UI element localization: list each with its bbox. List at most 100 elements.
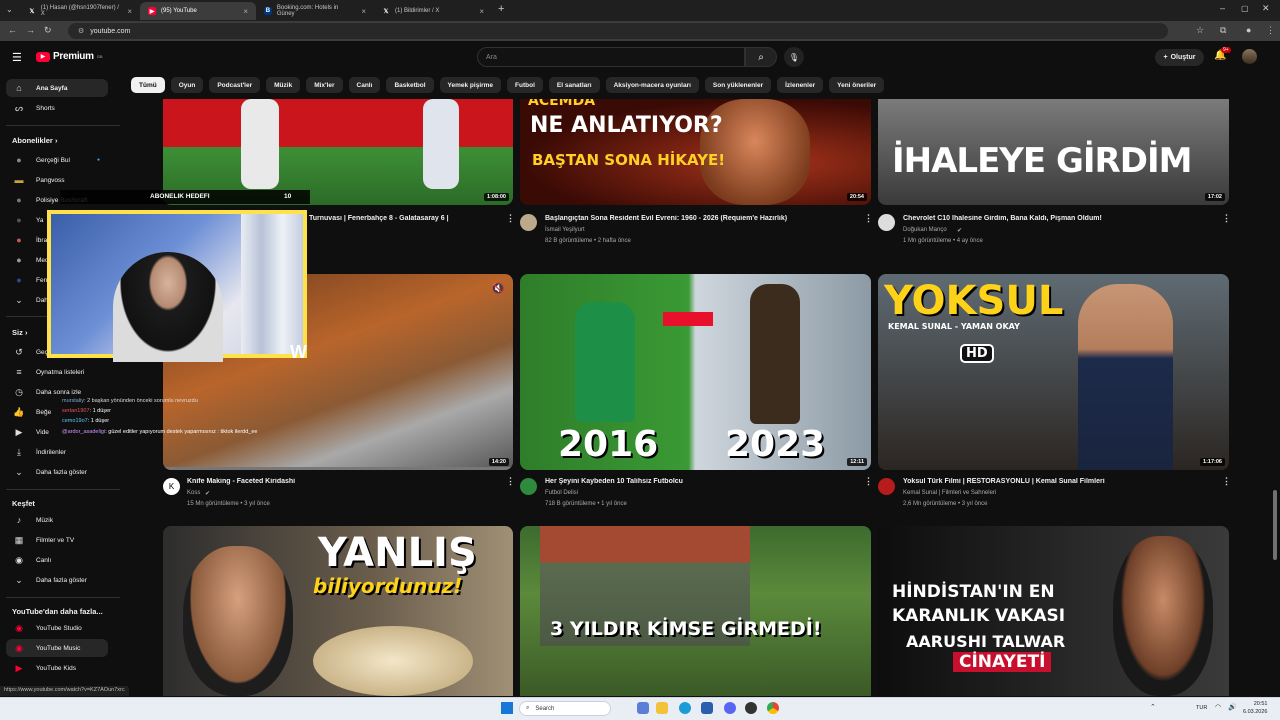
search-button[interactable]: ⌕ bbox=[745, 47, 777, 67]
channel-name[interactable]: İsmail Yeşilyurt bbox=[545, 227, 585, 233]
chip-watched[interactable]: İzlenenler bbox=[777, 77, 824, 93]
maximize-button[interactable]: ▢ bbox=[1241, 4, 1249, 13]
store-icon[interactable] bbox=[701, 702, 713, 714]
video-thumbnail[interactable]: YANLIŞ biliyordunuz! bbox=[163, 526, 513, 696]
chip-crafts[interactable]: El sanatları bbox=[548, 77, 600, 93]
browser-tab-x-notifications[interactable]: 𝕏 (1) Bildirimler / X × bbox=[374, 2, 492, 20]
mute-icon[interactable]: 🔇 bbox=[491, 282, 505, 295]
browser-tab-youtube[interactable]: ▶ (95) YouTube × bbox=[140, 2, 256, 20]
tab-search-icon[interactable]: ⌄ bbox=[6, 5, 13, 14]
search-input[interactable]: Ara bbox=[477, 47, 745, 67]
sidebar-item-show-more[interactable]: ⌄ Daha fazla göster bbox=[6, 463, 108, 481]
new-tab-button[interactable]: + bbox=[498, 3, 504, 15]
video-thumbnail[interactable]: 3 YILDIR KİMSE GİRMEDİ! bbox=[520, 526, 871, 696]
more-options-icon[interactable]: ⋮ bbox=[1222, 213, 1231, 224]
tray-chevron-icon[interactable]: ⌃ bbox=[1150, 703, 1156, 711]
channel-name[interactable]: Kemal Sunal | Filmleri ve Sahneleri bbox=[903, 490, 996, 496]
taskbar-clock[interactable]: 20:51 6.03.2026 bbox=[1243, 700, 1267, 716]
sidebar-item-shorts[interactable]: ᔕ Shorts bbox=[6, 99, 108, 117]
more-options-icon[interactable]: ⋮ bbox=[864, 213, 873, 224]
sidebar-sub-gercegi-bul[interactable]: ● Gerçeği Bul ● bbox=[6, 151, 108, 169]
taskbar-search[interactable]: ⌕ Search bbox=[519, 701, 611, 716]
sidebar-item-movies[interactable]: ▦ Filmler ve TV bbox=[6, 531, 108, 549]
back-icon[interactable]: ← bbox=[8, 25, 17, 35]
account-avatar[interactable] bbox=[1242, 49, 1257, 64]
reload-icon[interactable]: ↻ bbox=[44, 25, 52, 36]
video-thumbnail[interactable]: 2016 2023 12:11 bbox=[520, 274, 871, 470]
channel-avatar[interactable] bbox=[520, 214, 537, 231]
star-icon[interactable]: ☆ bbox=[1196, 25, 1204, 36]
chip-podcasts[interactable]: Podcast'ler bbox=[209, 77, 261, 93]
chip-action-adventure[interactable]: Aksiyon-macera oyunları bbox=[605, 77, 699, 93]
more-options-icon[interactable]: ⋮ bbox=[506, 213, 515, 224]
wifi-icon[interactable]: ◠ bbox=[1215, 703, 1221, 711]
url-input[interactable]: ⚙ youtube.com bbox=[68, 23, 1168, 39]
site-info-icon[interactable]: ⚙ bbox=[78, 27, 84, 35]
chip-new-to-you[interactable]: Yeni öneriler bbox=[829, 77, 885, 93]
voice-search-button[interactable]: 🎙 bbox=[784, 47, 804, 67]
sidebar-item-home[interactable]: ⌂ Ana Sayfa bbox=[6, 79, 108, 97]
close-window-button[interactable]: ✕ bbox=[1262, 3, 1270, 14]
channel-avatar[interactable]: K bbox=[163, 478, 180, 495]
profile-icon[interactable]: ● bbox=[1246, 25, 1251, 35]
chip-basketball[interactable]: Basketbol bbox=[386, 77, 434, 93]
channel-name[interactable]: Futbol Delisi bbox=[545, 490, 578, 496]
chip-mixes[interactable]: Mix'ler bbox=[306, 77, 343, 93]
chip-cooking[interactable]: Yemek pişirme bbox=[439, 77, 502, 93]
sidebar-item-music[interactable]: ♪ Müzik bbox=[6, 511, 108, 529]
discord-icon[interactable] bbox=[724, 702, 736, 714]
chip-football[interactable]: Futbol bbox=[507, 77, 543, 93]
language-indicator[interactable]: TUR bbox=[1196, 705, 1207, 711]
video-title[interactable]: Turnuvası | Fenerbahçe 8 - Galatasaray 6… bbox=[309, 215, 499, 222]
channel-avatar[interactable] bbox=[520, 478, 537, 495]
sidebar-item-live[interactable]: ◉ Canlı bbox=[6, 551, 108, 569]
close-icon[interactable]: × bbox=[127, 7, 132, 16]
video-title[interactable]: Knife Making - Faceted Kiridashi bbox=[187, 478, 497, 485]
video-thumbnail[interactable]: İHALEYE GİRDİM 17:02 bbox=[878, 99, 1229, 205]
extensions-icon[interactable]: ⧉ bbox=[1220, 25, 1226, 36]
menu-icon[interactable]: ⋮ bbox=[1266, 25, 1275, 36]
hamburger-menu-icon[interactable]: ☰ bbox=[12, 51, 22, 64]
obs-icon[interactable] bbox=[745, 702, 757, 714]
edge-icon[interactable] bbox=[679, 702, 691, 714]
volume-icon[interactable]: 🔊 bbox=[1228, 703, 1237, 711]
sidebar-item-playlists[interactable]: ≡ Oynatma listeleri bbox=[6, 363, 108, 381]
forward-icon[interactable]: → bbox=[26, 25, 35, 35]
video-title[interactable]: Her Şeyini Kaybeden 10 Talihsiz Futbolcu bbox=[545, 478, 855, 485]
sidebar-sub-pangvoss[interactable]: ▬ Pangvoss bbox=[6, 171, 108, 189]
channel-name[interactable]: Koss bbox=[187, 490, 200, 496]
sidebar-item-studio[interactable]: ◉ YouTube Studio bbox=[6, 619, 108, 637]
sidebar-item-kids[interactable]: ▶ YouTube Kids bbox=[6, 659, 108, 677]
video-thumbnail[interactable]: HİNDİSTAN'IN EN KARANLIK VAKASI AARUSHI … bbox=[878, 526, 1229, 696]
chip-music[interactable]: Müzik bbox=[266, 77, 301, 93]
video-title[interactable]: Başlangıçtan Sona Resident Evil Evreni: … bbox=[545, 215, 860, 222]
video-thumbnail[interactable]: ACEMDA NE ANLATIYOR? BAŞTAN SONA HİKAYE!… bbox=[520, 99, 871, 205]
channel-avatar[interactable] bbox=[878, 214, 895, 231]
video-thumbnail[interactable]: YOKSUL KEMAL SUNAL - YAMAN OKAY HD 1:17:… bbox=[878, 274, 1229, 470]
close-icon[interactable]: × bbox=[243, 7, 248, 16]
create-button[interactable]: + Oluştur bbox=[1155, 49, 1204, 66]
video-title[interactable]: Chevrolet C10 İhalesine Girdim, Bana Kal… bbox=[903, 215, 1218, 222]
browser-tab-booking[interactable]: B Booking.com: Hotels in Güney × bbox=[256, 2, 374, 20]
close-icon[interactable]: × bbox=[479, 7, 484, 16]
subscriptions-heading[interactable]: Abonelikler › bbox=[12, 136, 57, 145]
you-heading[interactable]: Siz › bbox=[12, 328, 27, 337]
channel-name[interactable]: Doğukan Manço bbox=[903, 227, 947, 233]
more-options-icon[interactable]: ⋮ bbox=[864, 476, 873, 487]
more-options-icon[interactable]: ⋮ bbox=[506, 476, 515, 487]
channel-avatar[interactable] bbox=[878, 478, 895, 495]
chip-gaming[interactable]: Oyun bbox=[170, 77, 204, 93]
windows-start-icon[interactable] bbox=[501, 702, 513, 714]
file-explorer-icon[interactable] bbox=[656, 702, 668, 714]
sidebar-item-downloads[interactable]: ⤓ İndirilenler bbox=[6, 443, 108, 461]
browser-tab-x-profile[interactable]: 𝕏 (1) Hasan (@hsn1907fener) / X × bbox=[20, 2, 140, 20]
sidebar-item-music-app[interactable]: ◉ YouTube Music bbox=[6, 639, 108, 657]
chrome-icon[interactable] bbox=[767, 702, 779, 714]
youtube-premium-logo[interactable]: ▶ Premium GB bbox=[36, 51, 102, 62]
chip-live[interactable]: Canlı bbox=[348, 77, 381, 93]
minimize-button[interactable]: – bbox=[1220, 3, 1225, 13]
chip-recently-uploaded[interactable]: Son yüklenenler bbox=[704, 77, 772, 93]
page-scrollbar[interactable] bbox=[1273, 490, 1277, 560]
chip-all[interactable]: Tümü bbox=[131, 77, 165, 93]
task-view-icon[interactable] bbox=[637, 702, 649, 714]
